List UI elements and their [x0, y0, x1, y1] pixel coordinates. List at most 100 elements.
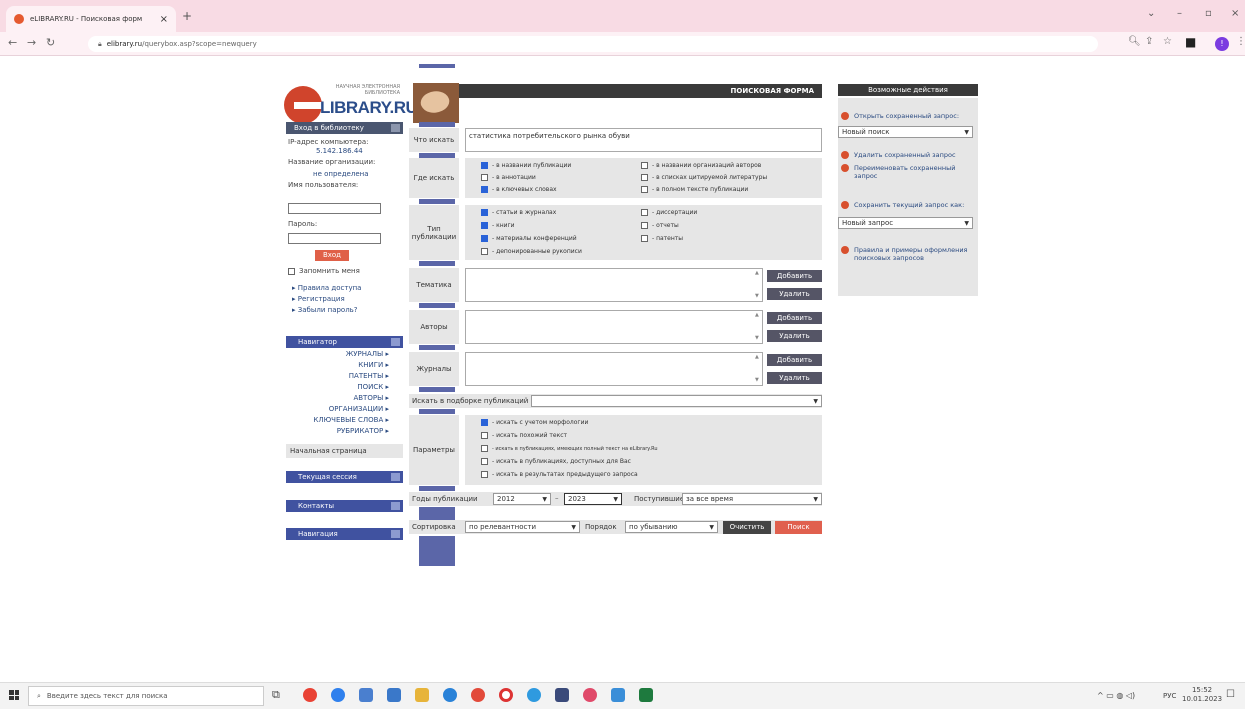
type-dissertations-option[interactable]: - диссертации: [641, 209, 697, 216]
language-indicator[interactable]: РУС: [1163, 692, 1176, 700]
nav-item-books[interactable]: КНИГИ ▸: [286, 361, 389, 369]
where-keywords-option[interactable]: - в ключевых словах: [481, 186, 557, 193]
contacts-header[interactable]: Контакты: [286, 500, 403, 512]
browser-icon[interactable]: [527, 688, 541, 702]
checkbox[interactable]: [481, 186, 488, 193]
tray-icons[interactable]: ^ ▭ ◍ ◁): [1097, 691, 1135, 700]
app-icon[interactable]: [555, 688, 569, 702]
address-bar[interactable]: 🔒︎ elibrary.ru/querybox.asp?scope=newque…: [88, 36, 1098, 52]
start-page-link[interactable]: Начальная страница: [286, 444, 403, 458]
notifications-icon[interactable]: ☐: [1226, 689, 1235, 700]
checkbox[interactable]: [481, 458, 488, 465]
topic-list[interactable]: [465, 268, 763, 302]
save-as-action[interactable]: Сохранить текущий запрос как:: [841, 201, 964, 209]
nav-item-organizations[interactable]: ОРГАНИЗАЦИИ ▸: [286, 405, 389, 413]
navigation-header[interactable]: Навигация: [286, 528, 403, 540]
clear-button[interactable]: Очистить: [723, 521, 771, 534]
nav-item-search[interactable]: ПОИСК ▸: [286, 383, 389, 391]
param-similar-option[interactable]: - искать похожий текст: [481, 432, 567, 439]
journals-add-button[interactable]: Добавить: [767, 354, 822, 366]
access-rules-link[interactable]: ▸ Правила доступа: [292, 284, 361, 292]
reload-icon[interactable]: ↻: [46, 36, 55, 49]
mail-icon[interactable]: [387, 688, 401, 702]
checkbox[interactable]: [481, 174, 488, 181]
rename-saved-action[interactable]: Переименовать сохраненный запрос: [841, 164, 976, 180]
param-morphology-option[interactable]: - искать с учетом морфологии: [481, 419, 588, 426]
task-view-icon[interactable]: ⧉: [272, 688, 280, 702]
clock[interactable]: 15:52 10.01.2023: [1182, 686, 1222, 704]
param-available-option[interactable]: - искать в публикациях, доступных для Ва…: [481, 458, 631, 465]
scroll-up-icon[interactable]: ▲: [755, 354, 759, 360]
authors-remove-button[interactable]: Удалить: [767, 330, 822, 342]
login-button[interactable]: Вход: [315, 250, 349, 261]
topic-add-button[interactable]: Добавить: [767, 270, 822, 282]
year-from-select[interactable]: 2012 ▼: [493, 493, 551, 505]
delete-saved-action[interactable]: Удалить сохраненный запрос: [841, 151, 956, 159]
type-conferences-option[interactable]: - материалы конференций: [481, 235, 577, 242]
yandex-icon[interactable]: [471, 688, 485, 702]
where-org-option[interactable]: - в названии организаций авторов: [641, 162, 761, 169]
search-button[interactable]: Поиск: [775, 521, 822, 534]
store-icon[interactable]: [359, 688, 373, 702]
checkbox[interactable]: [641, 186, 648, 193]
year-to-select[interactable]: 2023 ▼: [564, 493, 622, 505]
password-input[interactable]: [288, 233, 381, 244]
checkbox[interactable]: [481, 432, 488, 439]
where-title-option[interactable]: - в названии публикации: [481, 162, 571, 169]
param-fulltext-option[interactable]: - искать в публикациях, имеющих полный т…: [481, 445, 658, 452]
type-reports-option[interactable]: - отчеты: [641, 222, 679, 229]
where-fulltext-option[interactable]: - в полном тексте публикации: [641, 186, 748, 193]
sort-select[interactable]: по релевантности ▼: [465, 521, 580, 533]
journals-remove-button[interactable]: Удалить: [767, 372, 822, 384]
collapse-icon[interactable]: [391, 338, 400, 346]
type-patents-option[interactable]: - патенты: [641, 235, 683, 242]
type-books-option[interactable]: - книги: [481, 222, 515, 229]
checkbox[interactable]: [481, 445, 488, 452]
collapse-icon[interactable]: [391, 124, 400, 132]
skype-icon[interactable]: [443, 688, 457, 702]
received-select[interactable]: за все время ▼: [682, 493, 822, 505]
chromium-icon[interactable]: [331, 688, 345, 702]
saved-query-select[interactable]: Новый поиск ▼: [838, 126, 973, 138]
open-saved-action[interactable]: Открыть сохраненный запрос:: [841, 112, 959, 120]
checkbox[interactable]: [641, 235, 648, 242]
expand-icon[interactable]: [391, 530, 400, 538]
back-icon[interactable]: ←: [8, 36, 17, 49]
scroll-up-icon[interactable]: ▲: [755, 270, 759, 276]
nav-item-patents[interactable]: ПАТЕНТЫ ▸: [286, 372, 389, 380]
minimize-button[interactable]: –: [1177, 8, 1182, 19]
maximize-button[interactable]: ▫: [1205, 8, 1212, 19]
rules-action[interactable]: Правила и примеры оформления поисковых з…: [841, 246, 978, 262]
checkbox[interactable]: [481, 471, 488, 478]
star-icon[interactable]: ☆: [1163, 36, 1172, 47]
checkbox[interactable]: [481, 235, 488, 242]
sidebar-icon[interactable]: ■: [1185, 35, 1196, 49]
username-input[interactable]: [288, 203, 381, 214]
checkbox[interactable]: [641, 162, 648, 169]
chrome-icon[interactable]: [303, 688, 317, 702]
zoom-icon[interactable]: 🔍︎: [1128, 36, 1141, 47]
forward-icon[interactable]: →: [27, 36, 36, 49]
checkbox[interactable]: [641, 174, 648, 181]
scroll-down-icon[interactable]: ▼: [755, 377, 759, 383]
share-icon[interactable]: ⇪: [1145, 36, 1153, 47]
tab-search-icon[interactable]: ⌄: [1147, 8, 1155, 19]
nav-item-rubricator[interactable]: РУБРИКАТОР ▸: [286, 427, 389, 435]
checkbox[interactable]: [481, 209, 488, 216]
checkbox[interactable]: [641, 222, 648, 229]
tab-close-icon[interactable]: ×: [160, 14, 168, 25]
new-tab-button[interactable]: +: [182, 9, 192, 23]
where-references-option[interactable]: - в списках цитируемой литературы: [641, 174, 767, 181]
authors-add-button[interactable]: Добавить: [767, 312, 822, 324]
save-query-select[interactable]: Новый запрос ▼: [838, 217, 973, 229]
remember-checkbox[interactable]: [288, 267, 295, 275]
forgot-password-link[interactable]: ▸ Забыли пароль?: [292, 306, 358, 314]
scroll-up-icon[interactable]: ▲: [755, 312, 759, 318]
authors-list[interactable]: [465, 310, 763, 344]
what-textarea[interactable]: статистика потребительского рынка обуви: [465, 128, 822, 152]
type-manuscripts-option[interactable]: - депонированные рукописи: [481, 248, 582, 255]
excel-icon[interactable]: [639, 688, 653, 702]
scroll-down-icon[interactable]: ▼: [755, 293, 759, 299]
explorer-icon[interactable]: [415, 688, 429, 702]
profile-avatar[interactable]: !: [1215, 37, 1229, 51]
